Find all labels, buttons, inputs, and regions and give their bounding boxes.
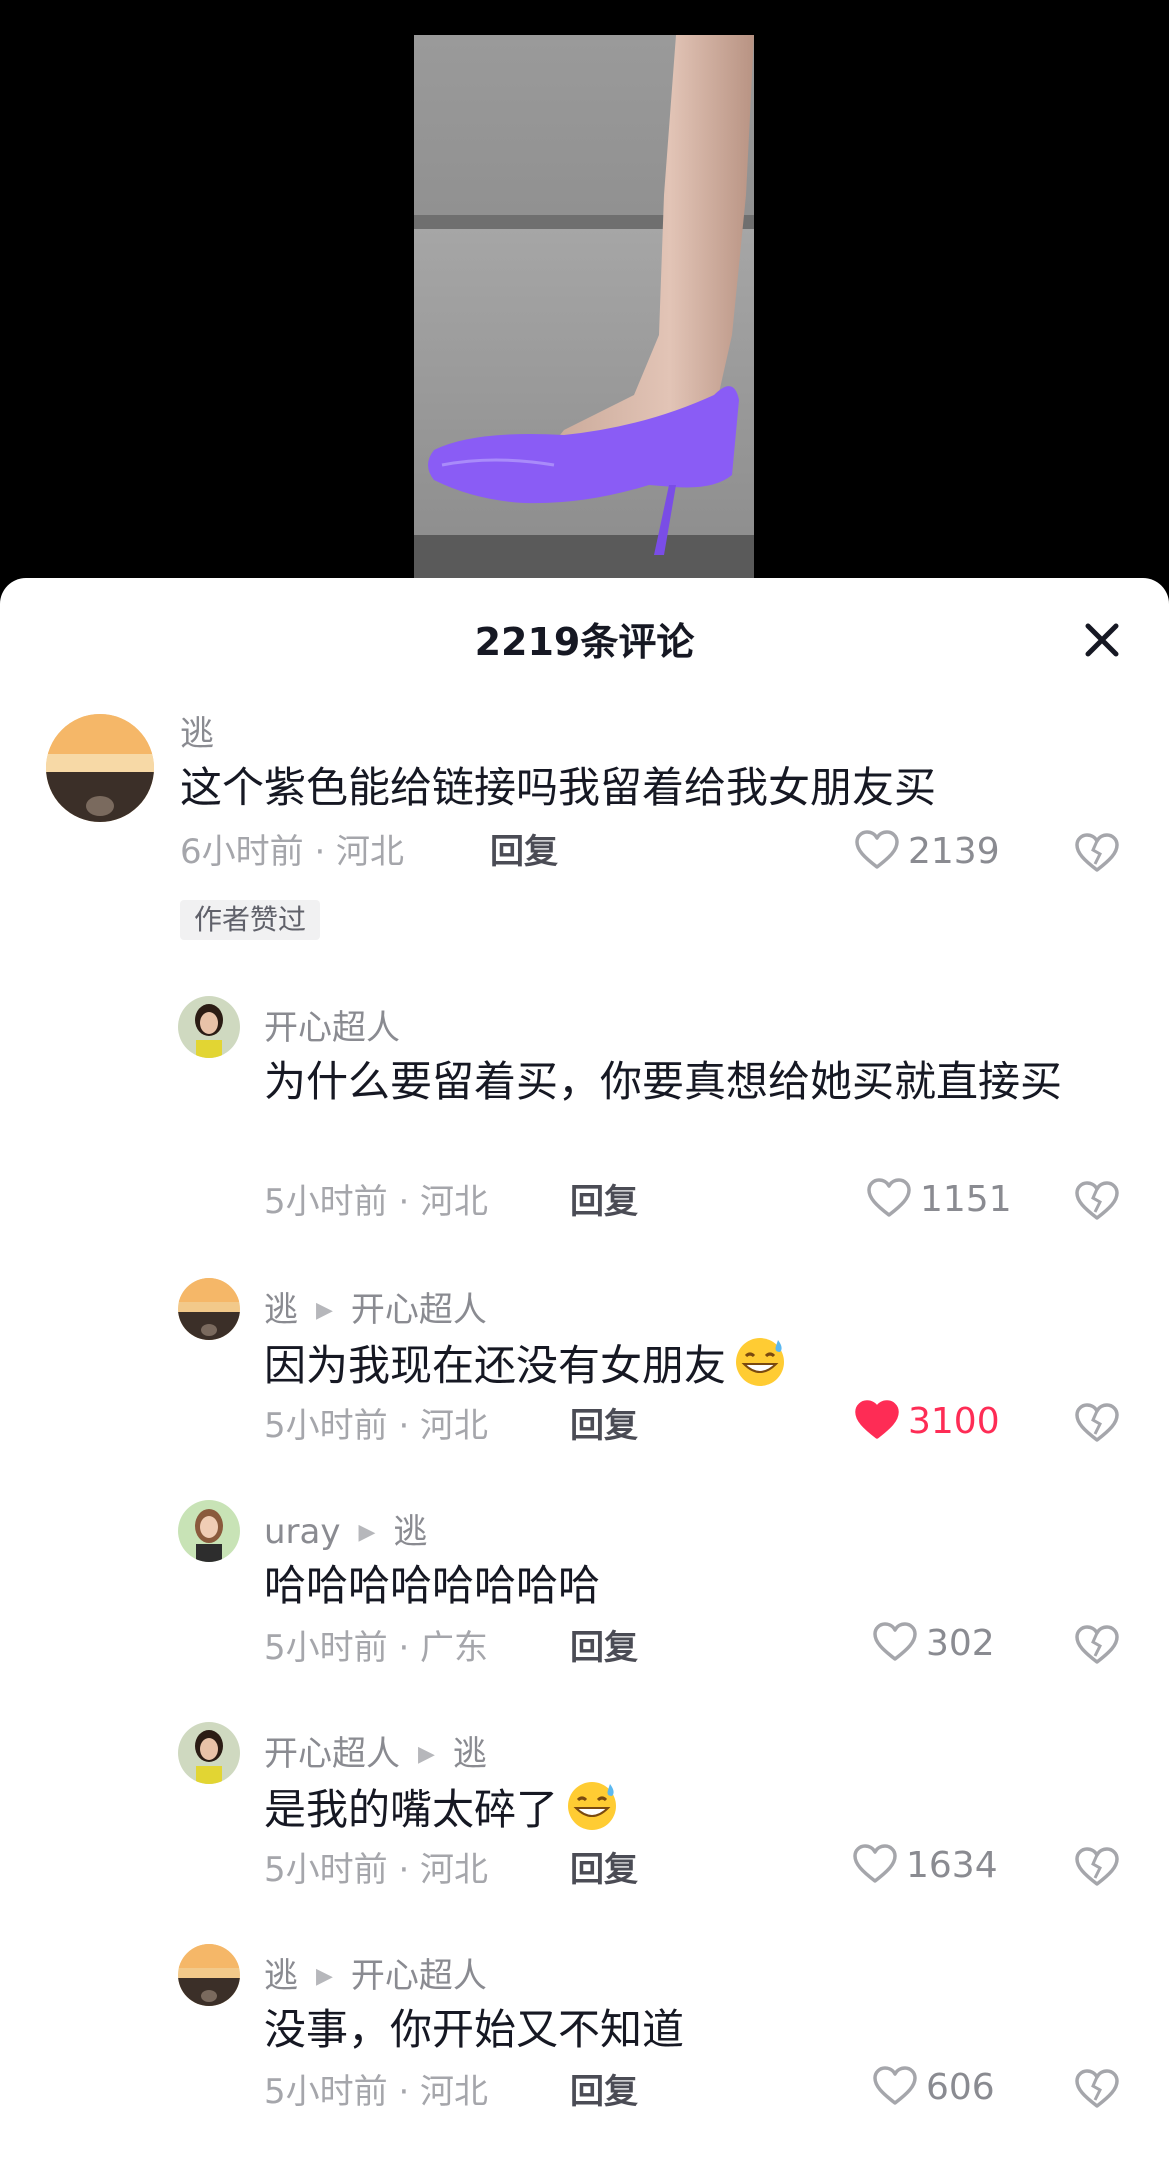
- video-frame-image: [414, 35, 754, 600]
- reply-meta: 5小时前 · 广东: [264, 1628, 489, 1668]
- broken-heart-icon[interactable]: [1074, 1180, 1120, 1226]
- avatar[interactable]: [178, 1944, 240, 2006]
- video-player[interactable]: [0, 0, 1169, 600]
- reply-item: 开心超人 ▶ 逃 是我的嘴太碎了 5小时前 · 河北 回复 1634: [0, 1722, 1169, 1942]
- triangle-right-icon: ▶: [418, 1742, 435, 1767]
- comment-meta: 6小时前 · 河北: [180, 832, 405, 872]
- comment-item: 逃 这个紫色能给链接吗我留着给我女朋友买 6小时前 · 河北 回复 2139 作…: [0, 712, 1169, 1002]
- reply-username: uray ▶ 逃: [264, 1510, 427, 1555]
- reply-text: 是我的嘴太碎了: [264, 1778, 1094, 1848]
- like-count: 606: [926, 2067, 995, 2108]
- reply-button[interactable]: 回复: [570, 1626, 638, 1670]
- comments-count-title: 2219条评论: [474, 620, 695, 664]
- avatar[interactable]: [46, 714, 154, 822]
- reply-button[interactable]: 回复: [490, 830, 558, 874]
- reply-button[interactable]: 回复: [570, 1848, 638, 1892]
- reply-username: 逃 ▶ 开心超人: [264, 1954, 487, 1999]
- reply-text: 哈哈哈哈哈哈哈哈: [264, 1561, 601, 1610]
- broken-heart-icon[interactable]: [1074, 832, 1120, 878]
- reply-text: 没事，你开始又不知道: [264, 2005, 685, 2054]
- triangle-right-icon: ▶: [358, 1520, 376, 1545]
- like-button[interactable]: 1634: [852, 1842, 998, 1890]
- reply-username: 开心超人 ▶ 逃: [264, 1732, 487, 1777]
- close-icon[interactable]: [1076, 614, 1128, 666]
- avatar[interactable]: [178, 1500, 240, 1562]
- reply-username: 逃 ▶ 开心超人: [264, 1288, 487, 1333]
- like-count: 302: [926, 1623, 995, 1664]
- like-count: 2139: [908, 831, 1000, 872]
- reply-item: uray ▶ 逃 哈哈哈哈哈哈哈哈 5小时前 · 广东 回复 302: [0, 1500, 1169, 1720]
- reply-text: 为什么要留着买，你要真想给她买就直接买: [264, 1057, 1063, 1106]
- reply-username[interactable]: 开心超人: [264, 1006, 400, 1050]
- comments-sheet: 2219条评论 逃 这个紫色能给链接吗我留着给我女朋友买 6小时前 · 河北 回…: [0, 578, 1169, 2159]
- reply-item: 逃 ▶ 开心超人 没事，你开始又不知道 5小时前 · 河北 回复 606: [0, 1944, 1169, 2159]
- reply-meta: 5小时前 · 河北: [264, 2072, 489, 2112]
- reply-author[interactable]: 逃: [264, 1956, 298, 1996]
- reply-item: 开心超人 为什么要留着买，你要真想给她买就直接买 5小时前 · 河北 回复 11…: [0, 996, 1169, 1276]
- grinning-sweat-emoji: [730, 1334, 790, 1404]
- reply-button[interactable]: 回复: [570, 1404, 638, 1448]
- reply-text-content: 是我的嘴太碎了: [264, 1785, 559, 1834]
- reply-author[interactable]: 逃: [264, 1290, 298, 1330]
- heart-icon: [852, 1843, 898, 1889]
- broken-heart-icon[interactable]: [1074, 2068, 1120, 2114]
- like-button[interactable]: 302: [872, 1620, 995, 1668]
- triangle-right-icon: ▶: [316, 1964, 333, 1989]
- avatar[interactable]: [178, 996, 240, 1058]
- broken-heart-icon[interactable]: [1074, 1624, 1120, 1670]
- reply-text: 因为我现在还没有女朋友: [264, 1334, 1094, 1404]
- reply-meta: 5小时前 · 河北: [264, 1406, 489, 1446]
- reply-meta: 5小时前 · 河北: [264, 1850, 489, 1890]
- comment-text: 这个紫色能给链接吗我留着给我女朋友买: [180, 763, 937, 812]
- like-count: 3100: [908, 1401, 1000, 1442]
- heart-filled-icon: [854, 1399, 900, 1445]
- like-button[interactable]: 1151: [866, 1176, 1012, 1224]
- like-count: 1634: [906, 1845, 998, 1886]
- reply-author[interactable]: uray: [264, 1512, 340, 1552]
- reply-meta: 5小时前 · 河北: [264, 1182, 489, 1222]
- reply-text-content: 因为我现在还没有女朋友: [264, 1341, 727, 1390]
- avatar[interactable]: [178, 1722, 240, 1784]
- like-button[interactable]: 3100: [854, 1398, 1000, 1446]
- grinning-sweat-emoji: [562, 1778, 622, 1848]
- reply-button[interactable]: 回复: [570, 1180, 638, 1224]
- reply-item: 逃 ▶ 开心超人 因为我现在还没有女朋友 5小时前 · 河北 回复 3100: [0, 1278, 1169, 1498]
- reply-target-user[interactable]: 逃: [393, 1512, 427, 1552]
- reply-target-user[interactable]: 开心超人: [351, 1290, 487, 1330]
- broken-heart-icon[interactable]: [1074, 1402, 1120, 1448]
- reply-button[interactable]: 回复: [570, 2070, 638, 2114]
- avatar[interactable]: [178, 1278, 240, 1340]
- author-liked-tag: 作者赞过: [180, 900, 321, 940]
- reply-author[interactable]: 开心超人: [264, 1734, 400, 1774]
- heart-icon: [872, 2065, 918, 2111]
- triangle-right-icon: ▶: [316, 1298, 333, 1323]
- like-button[interactable]: 2139: [854, 828, 1000, 876]
- reply-target-user[interactable]: 开心超人: [351, 1956, 487, 1996]
- heart-icon: [872, 1621, 918, 1667]
- like-count: 1151: [920, 1179, 1012, 1220]
- like-button[interactable]: 606: [872, 2064, 995, 2112]
- heart-icon: [854, 829, 900, 875]
- reply-target-user[interactable]: 逃: [453, 1734, 487, 1774]
- comment-username[interactable]: 逃: [180, 712, 214, 756]
- broken-heart-icon[interactable]: [1074, 1846, 1120, 1892]
- heart-icon: [866, 1177, 912, 1223]
